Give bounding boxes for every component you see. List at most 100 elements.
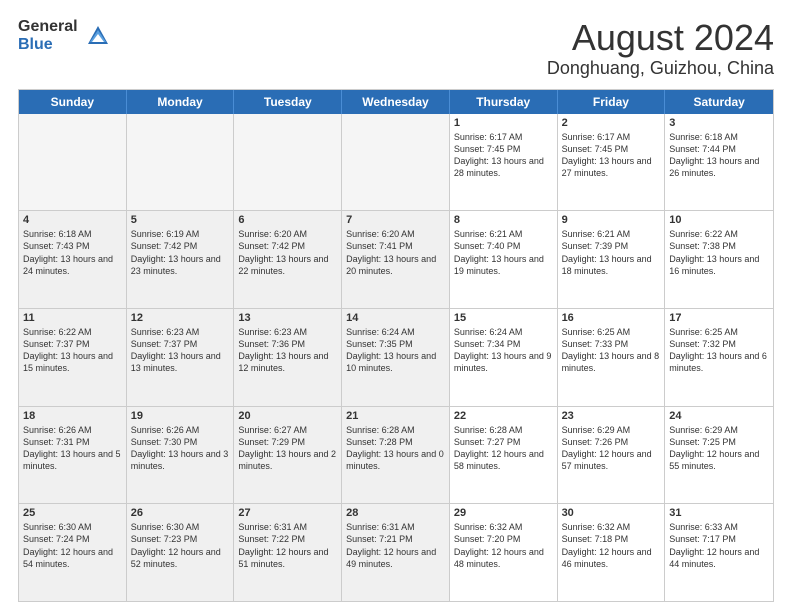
logo: General Blue — [18, 18, 112, 53]
day-cell-29: 29 Sunrise: 6:32 AMSunset: 7:20 PMDayligh… — [450, 504, 558, 601]
day-cell-28: 28 Sunrise: 6:31 AMSunset: 7:21 PMDayligh… — [342, 504, 450, 601]
empty-cell — [127, 114, 235, 211]
cell-info: Sunrise: 6:33 AMSunset: 7:17 PMDaylight:… — [669, 522, 759, 568]
week-row-2: 4Sunrise: 6:18 AMSunset: 7:43 PMDaylight… — [19, 210, 773, 308]
day-number: 15 — [454, 312, 553, 324]
day-number: 4 — [23, 214, 122, 226]
day-cell-25: 25 Sunrise: 6:30 AMSunset: 7:24 PMDayligh… — [19, 504, 127, 601]
day-cell-20: 20 Sunrise: 6:27 AMSunset: 7:29 PMDayligh… — [234, 407, 342, 504]
day-number: 12 — [131, 312, 230, 324]
week-row-4: 18Sunrise: 6:26 AMSunset: 7:31 PMDayligh… — [19, 406, 773, 504]
day-cell-26: 26Sunrise: 6:30 AMSunset: 7:23 PMDayligh… — [127, 504, 235, 601]
day-number: 19 — [131, 410, 230, 422]
logo-blue: Blue — [18, 36, 78, 54]
day-number: 29 — [454, 507, 553, 519]
cell-info: Sunrise: 6:30 AMSunset: 7:24 PMDaylight:… — [23, 522, 113, 568]
header-day-wednesday: Wednesday — [342, 90, 450, 114]
cell-info: Sunrise: 6:27 AMSunset: 7:29 PMDaylight:… — [238, 425, 336, 471]
cell-info: Sunrise: 6:21 AMSunset: 7:40 PMDaylight:… — [454, 229, 544, 275]
day-cell-23: 23 Sunrise: 6:29 AMSunset: 7:26 PMDayligh… — [558, 407, 666, 504]
day-cell-16: 16Sunrise: 6:25 AMSunset: 7:33 PMDayligh… — [558, 309, 666, 406]
day-number: 25 — [23, 507, 122, 519]
day-cell-17: 17 Sunrise: 6:25 AMSunset: 7:32 PMDayligh… — [665, 309, 773, 406]
logo-text: General Blue — [18, 18, 78, 53]
subtitle: Donghuang, Guizhou, China — [547, 58, 774, 79]
day-number: 10 — [669, 214, 769, 226]
day-number: 7 — [346, 214, 445, 226]
day-number: 16 — [562, 312, 661, 324]
cell-info: Sunrise: 6:26 AMSunset: 7:30 PMDaylight:… — [131, 425, 229, 471]
header-day-tuesday: Tuesday — [234, 90, 342, 114]
cell-info: Sunrise: 6:28 AMSunset: 7:28 PMDaylight:… — [346, 425, 444, 471]
empty-cell — [234, 114, 342, 211]
day-number: 28 — [346, 507, 445, 519]
header-day-monday: Monday — [127, 90, 235, 114]
day-number: 2 — [562, 117, 661, 129]
day-cell-11: 11 Sunrise: 6:22 AMSunset: 7:37 PMDayligh… — [19, 309, 127, 406]
header: General Blue August 2024 Donghuang, Guiz… — [18, 18, 774, 79]
title-section: August 2024 Donghuang, Guizhou, China — [547, 18, 774, 79]
day-cell-3: 3 Sunrise: 6:18 AMSunset: 7:44 PMDaylight… — [665, 114, 773, 211]
day-number: 14 — [346, 312, 445, 324]
day-cell-5: 5 Sunrise: 6:19 AMSunset: 7:42 PMDaylight… — [127, 211, 235, 308]
week-row-1: 1 Sunrise: 6:17 AMSunset: 7:45 PMDaylight… — [19, 114, 773, 211]
cell-info: Sunrise: 6:28 AMSunset: 7:27 PMDaylight:… — [454, 425, 544, 471]
day-number: 11 — [23, 312, 122, 324]
cell-info: Sunrise: 6:20 AMSunset: 7:41 PMDaylight:… — [346, 229, 436, 275]
day-number: 5 — [131, 214, 230, 226]
day-number: 31 — [669, 507, 769, 519]
day-number: 24 — [669, 410, 769, 422]
week-row-5: 25 Sunrise: 6:30 AMSunset: 7:24 PMDayligh… — [19, 503, 773, 601]
day-number: 27 — [238, 507, 337, 519]
cell-info: Sunrise: 6:18 AMSunset: 7:44 PMDaylight:… — [669, 132, 759, 178]
cell-info: Sunrise: 6:22 AMSunset: 7:38 PMDaylight:… — [669, 229, 759, 275]
header-day-thursday: Thursday — [450, 90, 558, 114]
cell-info: Sunrise: 6:25 AMSunset: 7:32 PMDaylight:… — [669, 327, 767, 373]
day-number: 22 — [454, 410, 553, 422]
day-cell-10: 10 Sunrise: 6:22 AMSunset: 7:38 PMDayligh… — [665, 211, 773, 308]
day-number: 26 — [131, 507, 230, 519]
day-cell-18: 18Sunrise: 6:26 AMSunset: 7:31 PMDayligh… — [19, 407, 127, 504]
calendar-header: SundayMondayTuesdayWednesdayThursdayFrid… — [19, 90, 773, 114]
logo-icon — [84, 22, 112, 50]
cell-info: Sunrise: 6:26 AMSunset: 7:31 PMDaylight:… — [23, 425, 121, 471]
day-cell-7: 7 Sunrise: 6:20 AMSunset: 7:41 PMDaylight… — [342, 211, 450, 308]
day-cell-27: 27 Sunrise: 6:31 AMSunset: 7:22 PMDayligh… — [234, 504, 342, 601]
cell-info: Sunrise: 6:20 AMSunset: 7:42 PMDaylight:… — [238, 229, 328, 275]
day-cell-1: 1Sunrise: 6:17 AMSunset: 7:45 PMDaylight… — [450, 114, 558, 211]
cell-info: Sunrise: 6:17 AMSunset: 7:45 PMDaylight:… — [562, 132, 652, 178]
cell-info: Sunrise: 6:32 AMSunset: 7:20 PMDaylight:… — [454, 522, 544, 568]
day-number: 21 — [346, 410, 445, 422]
day-number: 23 — [562, 410, 661, 422]
cell-info: Sunrise: 6:23 AMSunset: 7:36 PMDaylight:… — [238, 327, 328, 373]
day-cell-4: 4Sunrise: 6:18 AMSunset: 7:43 PMDaylight… — [19, 211, 127, 308]
day-number: 20 — [238, 410, 337, 422]
main-title: August 2024 — [547, 18, 774, 58]
cell-info: Sunrise: 6:19 AMSunset: 7:42 PMDaylight:… — [131, 229, 221, 275]
cell-info: Sunrise: 6:24 AMSunset: 7:34 PMDaylight:… — [454, 327, 552, 373]
day-cell-14: 14Sunrise: 6:24 AMSunset: 7:35 PMDayligh… — [342, 309, 450, 406]
cell-info: Sunrise: 6:23 AMSunset: 7:37 PMDaylight:… — [131, 327, 221, 373]
day-cell-9: 9Sunrise: 6:21 AMSunset: 7:39 PMDaylight… — [558, 211, 666, 308]
cell-info: Sunrise: 6:29 AMSunset: 7:25 PMDaylight:… — [669, 425, 759, 471]
page: General Blue August 2024 Donghuang, Guiz… — [0, 0, 792, 612]
day-number: 6 — [238, 214, 337, 226]
day-cell-8: 8Sunrise: 6:21 AMSunset: 7:40 PMDaylight… — [450, 211, 558, 308]
day-number: 17 — [669, 312, 769, 324]
day-number: 9 — [562, 214, 661, 226]
cell-info: Sunrise: 6:22 AMSunset: 7:37 PMDaylight:… — [23, 327, 113, 373]
day-cell-31: 31 Sunrise: 6:33 AMSunset: 7:17 PMDayligh… — [665, 504, 773, 601]
header-day-friday: Friday — [558, 90, 666, 114]
day-cell-13: 13 Sunrise: 6:23 AMSunset: 7:36 PMDayligh… — [234, 309, 342, 406]
day-number: 13 — [238, 312, 337, 324]
day-number: 3 — [669, 117, 769, 129]
cell-info: Sunrise: 6:31 AMSunset: 7:22 PMDaylight:… — [238, 522, 328, 568]
day-cell-21: 21 Sunrise: 6:28 AMSunset: 7:28 PMDayligh… — [342, 407, 450, 504]
day-cell-6: 6 Sunrise: 6:20 AMSunset: 7:42 PMDaylight… — [234, 211, 342, 308]
header-day-sunday: Sunday — [19, 90, 127, 114]
cell-info: Sunrise: 6:29 AMSunset: 7:26 PMDaylight:… — [562, 425, 652, 471]
cell-info: Sunrise: 6:31 AMSunset: 7:21 PMDaylight:… — [346, 522, 436, 568]
day-cell-22: 22 Sunrise: 6:28 AMSunset: 7:27 PMDayligh… — [450, 407, 558, 504]
cell-info: Sunrise: 6:32 AMSunset: 7:18 PMDaylight:… — [562, 522, 652, 568]
day-number: 1 — [454, 117, 553, 129]
